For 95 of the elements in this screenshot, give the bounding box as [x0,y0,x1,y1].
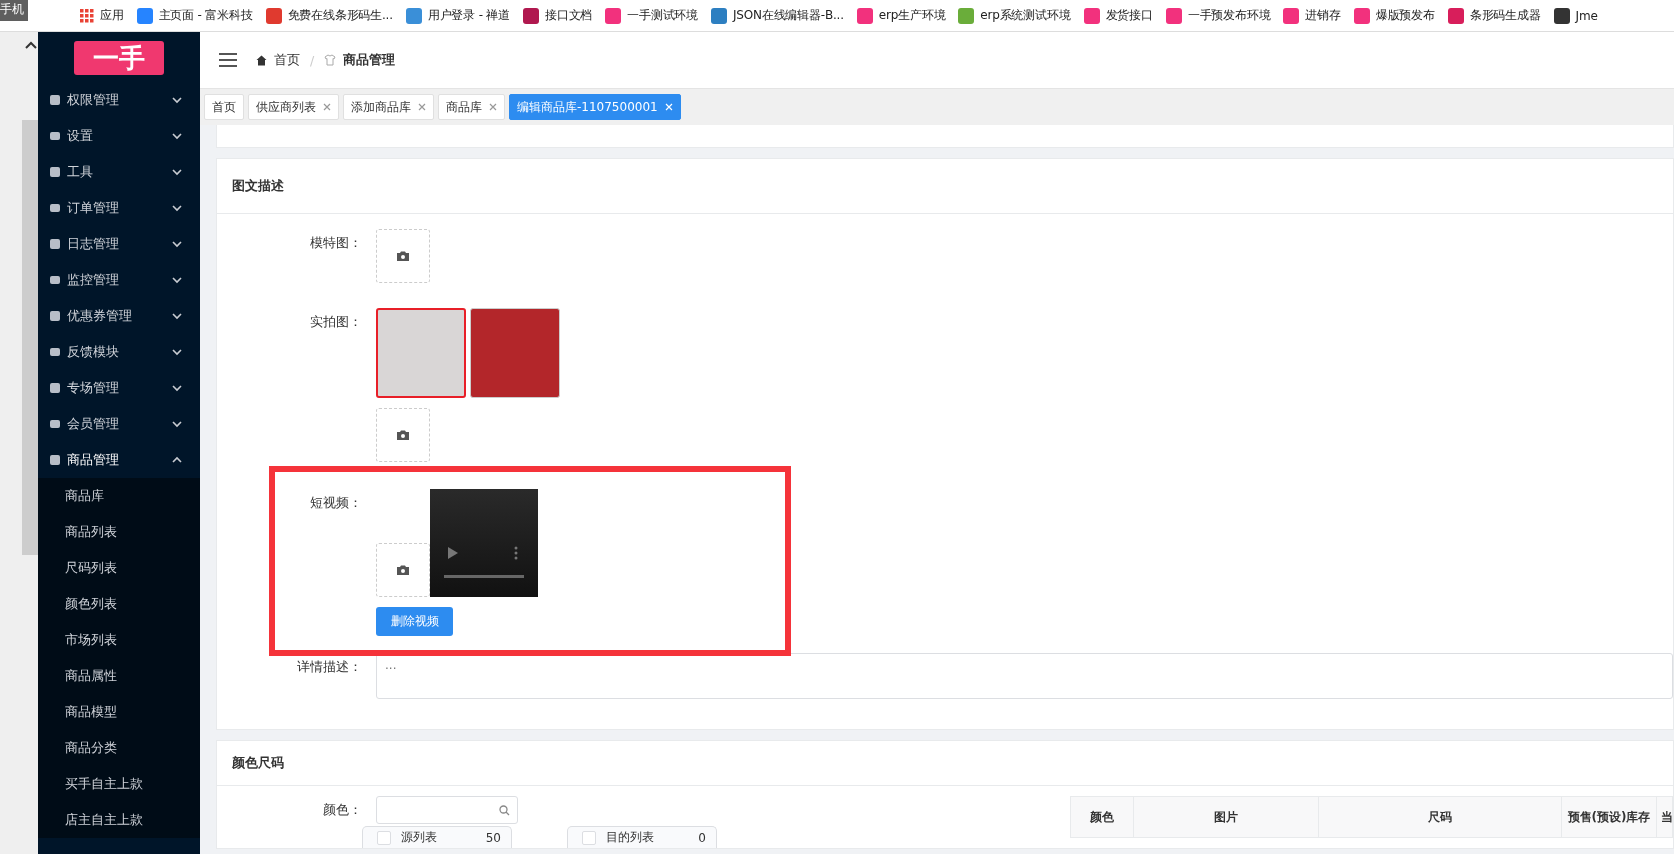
bookmark-link[interactable]: erp生产环境 [856,7,946,24]
sidebar-item[interactable]: 日志管理 [38,226,200,262]
card-title: 颜色尺码 [232,754,284,772]
chevron-down-icon [172,348,182,356]
sidebar-item[interactable]: 专场管理 [38,370,200,406]
sidebar-item[interactable]: 权限管理 [38,82,200,118]
card-title: 图文描述 [232,177,284,195]
page-tab[interactable]: 供应商列表 [248,94,339,120]
sidebar-item[interactable]: 订单管理 [38,190,200,226]
list-title: 源列表 [401,829,437,846]
column-header: 尺码 [1319,797,1562,837]
camera-icon [397,565,409,575]
play-icon[interactable] [448,547,458,559]
sidebar-item[interactable]: 优惠券管理 [38,298,200,334]
column-header: 预售(预设)库存 [1562,797,1657,837]
close-icon[interactable] [489,103,497,111]
submenu-item[interactable]: 商品库 [38,478,200,514]
chevron-down-icon [172,96,182,104]
field-label: 详情描述： [296,658,363,676]
column-header: 颜色 [1071,797,1134,837]
chevron-down-icon [172,420,182,428]
sidebar-item[interactable]: 商品管理 [38,442,200,478]
upload-box[interactable] [376,408,430,462]
search-field[interactable] [376,796,518,824]
bookmark-link[interactable]: 主页面 - 富米科技 [136,7,253,24]
submenu-item[interactable]: 商品模型 [38,694,200,730]
sidebar-item[interactable]: 反馈模块 [38,334,200,370]
submenu-item[interactable]: 颜色列表 [38,586,200,622]
caret-up-icon[interactable] [24,40,38,50]
field-label: 短视频： [309,494,363,512]
sidebar-item[interactable]: 监控管理 [38,262,200,298]
sidebar-item[interactable]: 设置 [38,118,200,154]
browser-tab-title[interactable]: 手机 [0,0,28,21]
chevron-down-icon [172,168,182,176]
chevron-up-icon [172,456,182,464]
bookmark-link[interactable]: 接口文档 [523,7,593,24]
camera-icon [397,251,409,261]
submenu-item[interactable]: 商品列表 [38,514,200,550]
field-label: 实拍图： [309,313,363,331]
submenu-item[interactable]: 市场列表 [38,622,200,658]
list-count: 0 [698,830,706,845]
column-header: 当 [1657,797,1672,837]
field-label: 颜色： [322,801,363,819]
bookmark-link[interactable]: 发货接口 [1083,7,1153,24]
field-label: 模特图： [309,234,363,252]
bookmark-link[interactable]: 用户登录 - 禅道 [405,7,510,24]
more-icon[interactable] [514,546,518,560]
page-tab[interactable]: 商品库 [438,94,505,120]
shirt-icon [324,54,337,66]
chevron-down-icon [172,240,182,248]
bookmark-link[interactable]: 一手预发布环境 [1165,7,1271,24]
submenu-item[interactable]: 买手自主上款 [38,766,200,802]
checkbox[interactable] [582,830,596,845]
photo-placeholder[interactable] [470,308,560,398]
bookmark-link[interactable]: 进销存 [1283,7,1341,24]
bookmark-link[interactable]: 条形码生成器 [1447,7,1541,24]
bookmark-link[interactable]: 爆版预发布 [1353,7,1435,24]
progress-track[interactable] [444,575,524,578]
page-tab[interactable]: 添加商品库 [343,94,434,120]
sidebar-item[interactable]: 会员管理 [38,406,200,442]
chevron-down-icon [172,312,182,320]
chevron-down-icon [172,384,182,392]
chevron-down-icon [172,204,182,212]
column-header: 图片 [1134,797,1319,837]
search-icon [499,804,510,816]
bookmark-link[interactable]: 应用 [80,7,124,24]
close-icon[interactable] [323,103,331,111]
bookmark-link[interactable]: 免费在线条形码生... [265,7,393,24]
sidebar-item[interactable]: 工具 [38,154,200,190]
camera-icon [397,430,409,440]
page-tab[interactable]: 首页 [204,94,244,120]
scrollbar[interactable] [22,120,38,555]
chevron-down-icon [172,276,182,284]
breadcrumb-separator: / [310,52,315,68]
submenu-item[interactable]: 商品分类 [38,730,200,766]
bookmark-link[interactable]: erp系统测试环境 [958,7,1071,24]
submenu-item[interactable]: 尺码列表 [38,550,200,586]
list-count: 50 [485,830,501,845]
submenu-item[interactable]: 商品属性 [38,658,200,694]
breadcrumb-current: 商品管理 [343,51,396,69]
list-title: 目的列表 [606,829,654,846]
home-icon [256,54,267,66]
bookmark-link[interactable]: JSON在线编辑器-B... [711,7,844,24]
video-player[interactable] [430,489,538,597]
bookmark-link[interactable]: Jme [1553,7,1598,24]
checkbox[interactable] [377,830,391,845]
chevron-down-icon [172,132,182,140]
close-icon[interactable] [418,103,426,111]
breadcrumb-link[interactable]: 首页 [274,51,300,69]
bookmark-link[interactable]: 一手测试环境 [605,7,698,24]
photo-placeholder[interactable] [376,308,466,398]
submenu-item[interactable]: 店主自主上款 [38,802,200,838]
app-logo: 一手 [74,41,164,75]
description-field[interactable]: ... [376,653,1673,699]
upload-box[interactable] [376,229,430,283]
